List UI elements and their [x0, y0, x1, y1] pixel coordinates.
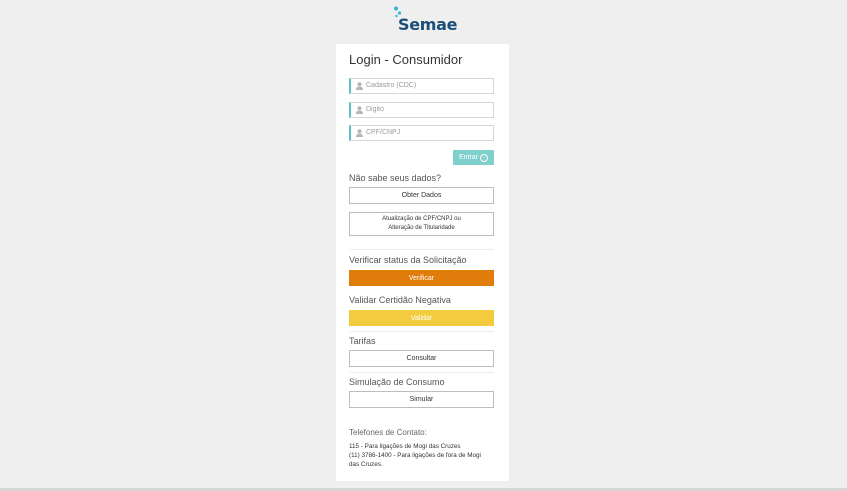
login-title: Login - Consumidor	[349, 52, 463, 67]
update-button-line1: Atualização de CPF/CNPJ ou	[382, 216, 461, 222]
simulacao-label: Simulação de Consumo	[349, 377, 445, 387]
entrar-label: Entrar	[458, 154, 479, 161]
brand-name: Semae	[398, 15, 458, 34]
status-label: Verificar status da Solicitação	[349, 255, 467, 265]
obter-dados-button[interactable]: Obter Dados	[349, 187, 494, 204]
cpf-cnpj-field[interactable]: CPF/CNPJ	[349, 125, 494, 141]
semae-logo: Semae	[392, 6, 462, 34]
divider	[349, 249, 494, 250]
contacts-title: Telefones de Contato:	[349, 428, 427, 437]
update-button-line2: Alteração de Titularidade	[388, 225, 455, 231]
certidao-label: Validar Certidão Negativa	[349, 295, 451, 305]
digito-field[interactable]: Digito	[349, 102, 494, 118]
login-panel: Login - Consumidor Cadastro (CDC) Digito…	[336, 44, 509, 481]
simular-button[interactable]: Simular	[349, 391, 494, 408]
tarifas-label: Tarifas	[349, 336, 376, 346]
divider	[349, 372, 494, 373]
arrow-circle-icon: ›	[480, 153, 489, 162]
digito-placeholder: Digito	[366, 106, 384, 113]
update-cpf-button[interactable]: Atualização de CPF/CNPJ ou Alteração de …	[349, 212, 494, 236]
user-icon	[356, 129, 363, 137]
forgot-data-label: Não sabe seus dados?	[349, 173, 442, 183]
entrar-button[interactable]: Entrar ›	[453, 150, 494, 165]
consultar-button[interactable]: Consultar	[349, 350, 494, 367]
cdc-placeholder: Cadastro (CDC)	[366, 82, 417, 89]
contact-line-3: das Cruzes.	[349, 461, 383, 468]
cdc-field[interactable]: Cadastro (CDC)	[349, 78, 494, 94]
user-icon	[356, 82, 363, 90]
verificar-button[interactable]: Verificar	[349, 270, 494, 286]
contact-line-2: (11) 3786-1400 - Para ligações de fora d…	[349, 452, 481, 459]
user-icon	[356, 106, 363, 114]
divider	[349, 331, 494, 332]
cpf-cnpj-placeholder: CPF/CNPJ	[366, 129, 401, 136]
validar-button[interactable]: Validar	[349, 310, 494, 326]
contact-line-1: 115 - Para ligações de Mogi das Cruzes	[349, 443, 461, 450]
